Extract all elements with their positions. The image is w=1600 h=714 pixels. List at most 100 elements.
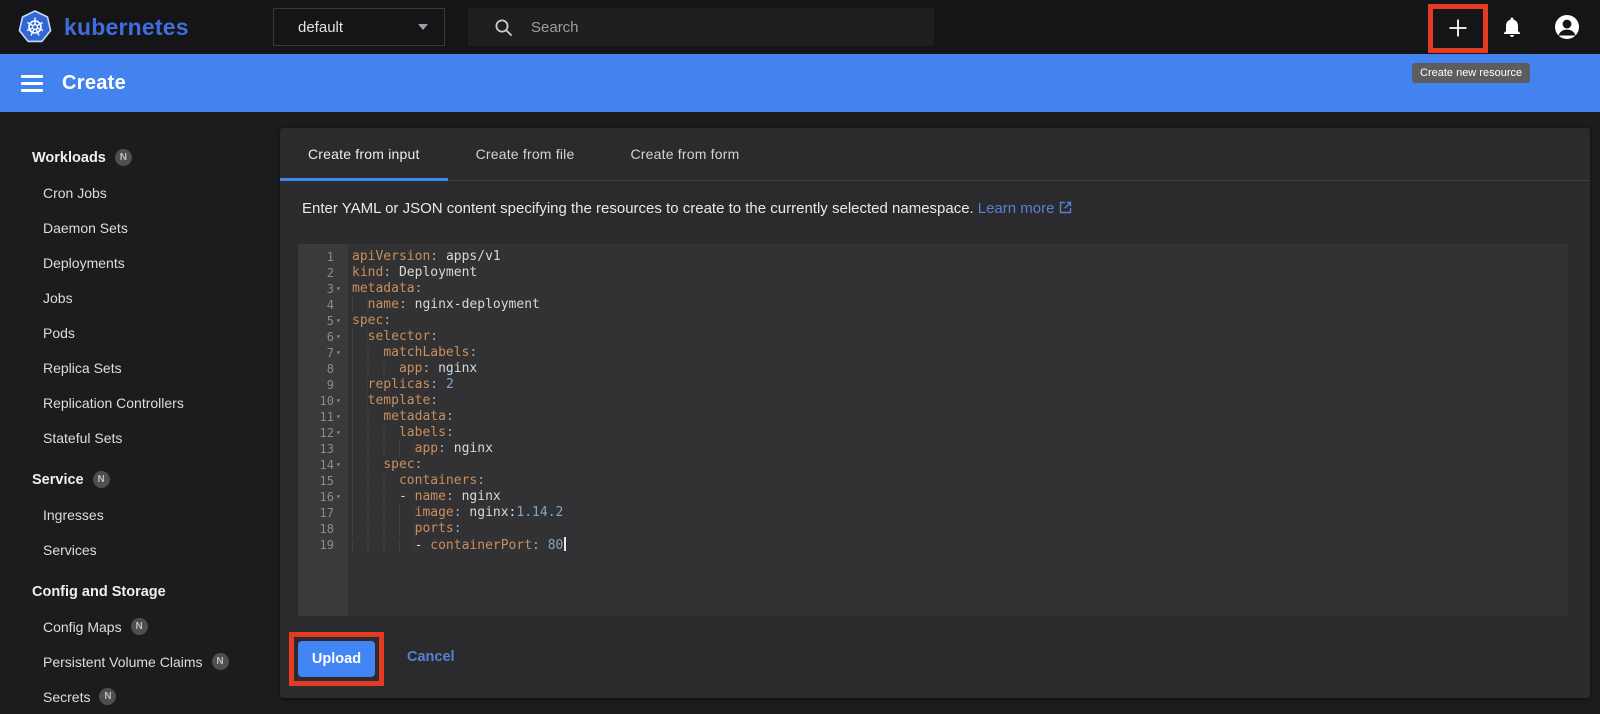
- sidebar-item-deployments[interactable]: Deployments: [0, 245, 280, 280]
- action-bar: Create: [0, 54, 1600, 112]
- content-area: Workloads N Cron Jobs Daemon Sets Deployment…: [0, 112, 1600, 714]
- editor-line-13: 13 app: nginx: [298, 441, 1568, 457]
- top-app-bar: kubernetes default: [0, 0, 1600, 54]
- sidebar-header-workloads[interactable]: Workloads N: [0, 140, 280, 175]
- text-cursor: [564, 537, 566, 551]
- code-text: name: nginx-deployment: [348, 297, 540, 313]
- editor-line-4: 4 name: nginx-deployment: [298, 297, 1568, 313]
- editor-line-17: 17 image: nginx:1.14.2: [298, 505, 1568, 521]
- line-number: 10: [319, 394, 334, 408]
- editor-line-11: 11 ▾ metadata:: [298, 409, 1568, 425]
- line-number: 6: [326, 330, 334, 344]
- fold-marker-icon[interactable]: ▾: [334, 425, 348, 441]
- fold-gutter: [334, 505, 348, 521]
- line-number: 2: [326, 266, 334, 280]
- code-text: labels:: [348, 425, 454, 441]
- cancel-button[interactable]: Cancel: [407, 649, 455, 665]
- fold-gutter: [334, 441, 348, 457]
- fold-marker-icon[interactable]: ▾: [334, 457, 348, 473]
- editor-line-19: 19 - containerPort: 80: [298, 537, 1568, 553]
- sidebar-item-services[interactable]: Services: [0, 532, 280, 567]
- learn-more-link[interactable]: Learn more: [978, 200, 1073, 217]
- line-number: 13: [319, 442, 334, 456]
- line-number: 14: [319, 458, 334, 472]
- code-text: matchLabels:: [348, 345, 477, 361]
- fold-gutter: [334, 361, 348, 377]
- search-icon: [495, 19, 512, 36]
- search-bar: [468, 8, 934, 46]
- sidebar-item-secrets[interactable]: Secrets N: [0, 679, 280, 714]
- fold-marker-icon[interactable]: ▾: [334, 313, 348, 329]
- fold-gutter: [334, 377, 348, 393]
- brand-title: kubernetes: [64, 13, 189, 40]
- editor-line-15: 15 containers:: [298, 473, 1568, 489]
- sidebar-item-ingresses[interactable]: Ingresses: [0, 497, 280, 532]
- topbar-actions: [1428, 0, 1586, 54]
- namespaced-badge: N: [114, 149, 132, 166]
- editor-line-7: 7 ▾ matchLabels:: [298, 345, 1568, 361]
- code-text: metadata:: [348, 409, 454, 425]
- line-number: 19: [319, 538, 334, 552]
- external-link-icon: [1060, 201, 1072, 214]
- sidebar-item-daemon-sets[interactable]: Daemon Sets: [0, 210, 280, 245]
- sidebar-item-pods[interactable]: Pods: [0, 315, 280, 350]
- namespaced-badge: N: [130, 618, 148, 635]
- code-text: replicas: 2: [348, 377, 454, 393]
- sidebar-item-cron-jobs[interactable]: Cron Jobs: [0, 175, 280, 210]
- account-circle-icon: [1555, 15, 1579, 39]
- menu-button[interactable]: [21, 71, 43, 96]
- code-text: kind: Deployment: [352, 265, 478, 280]
- sidebar-nav: Workloads N Cron Jobs Daemon Sets Deployment…: [0, 112, 280, 714]
- hamburger-icon: [21, 74, 43, 78]
- fold-gutter: [334, 265, 348, 281]
- sidebar-label: Deployments: [43, 254, 125, 271]
- line-number: 11: [319, 410, 334, 424]
- account-button[interactable]: [1554, 14, 1580, 40]
- sidebar-label: Config and Storage: [32, 583, 166, 600]
- sidebar-item-persistent-volume-claims[interactable]: Persistent Volume Claims N: [0, 644, 280, 679]
- notifications-button[interactable]: [1500, 15, 1524, 39]
- sidebar-label: Ingresses: [43, 506, 104, 523]
- sidebar-header-config-and-storage[interactable]: Config and Storage: [0, 574, 280, 609]
- tab-create-from-file[interactable]: Create from file: [448, 128, 603, 180]
- tab-create-from-form[interactable]: Create from form: [602, 128, 767, 180]
- namespace-selector[interactable]: default: [273, 8, 445, 46]
- editor-line-14: 14 ▾ spec:: [298, 457, 1568, 473]
- fold-marker-icon[interactable]: ▾: [334, 281, 348, 297]
- code-text: apiVersion: apps/v1: [352, 249, 501, 264]
- search-input[interactable]: [531, 18, 891, 36]
- line-number: 1: [326, 250, 334, 264]
- create-card: Create from input Create from file Create …: [280, 128, 1590, 698]
- sidebar-item-stateful-sets[interactable]: Stateful Sets: [0, 420, 280, 455]
- page-title: Create: [62, 71, 127, 94]
- yaml-editor[interactable]: 1 apiVersion: apps/v1 2 kind: Deployment 3 ▾ m…: [298, 244, 1568, 616]
- editor-line-3: 3 ▾ metadata:: [298, 281, 1568, 297]
- fold-marker-icon[interactable]: ▾: [334, 489, 348, 505]
- annotation-box-upload-button: Upload: [289, 632, 384, 686]
- line-number: 12: [319, 426, 334, 440]
- editor-line-8: 8 app: nginx: [298, 361, 1568, 377]
- sidebar-item-config-maps[interactable]: Config Maps N: [0, 609, 280, 644]
- plus-icon: [1449, 19, 1467, 37]
- tab-create-from-input[interactable]: Create from input: [280, 128, 448, 181]
- fold-marker-icon[interactable]: ▾: [334, 345, 348, 361]
- fold-marker-icon[interactable]: ▾: [334, 409, 348, 425]
- sidebar-item-jobs[interactable]: Jobs: [0, 280, 280, 315]
- editor-line-12: 12 ▾ labels:: [298, 425, 1568, 441]
- sidebar-item-replication-controllers[interactable]: Replication Controllers: [0, 385, 280, 420]
- sidebar-item-replica-sets[interactable]: Replica Sets: [0, 350, 280, 385]
- namespaced-badge: N: [92, 471, 110, 488]
- create-new-resource-button[interactable]: [1439, 9, 1477, 47]
- line-number: 3: [326, 282, 334, 296]
- fold-gutter: [334, 521, 348, 537]
- fold-marker-icon[interactable]: ▾: [334, 329, 348, 345]
- fold-marker-icon[interactable]: ▾: [334, 393, 348, 409]
- sidebar-label: Secrets: [43, 688, 91, 705]
- code-text: spec:: [352, 313, 392, 328]
- editor-line-10: 10 ▾ template:: [298, 393, 1568, 409]
- sidebar-header-service[interactable]: Service N: [0, 462, 280, 497]
- brand[interactable]: kubernetes: [18, 10, 189, 44]
- upload-button[interactable]: Upload: [298, 641, 375, 677]
- sidebar-label: Persistent Volume Claims: [43, 653, 203, 670]
- code-text: app: nginx: [348, 441, 493, 457]
